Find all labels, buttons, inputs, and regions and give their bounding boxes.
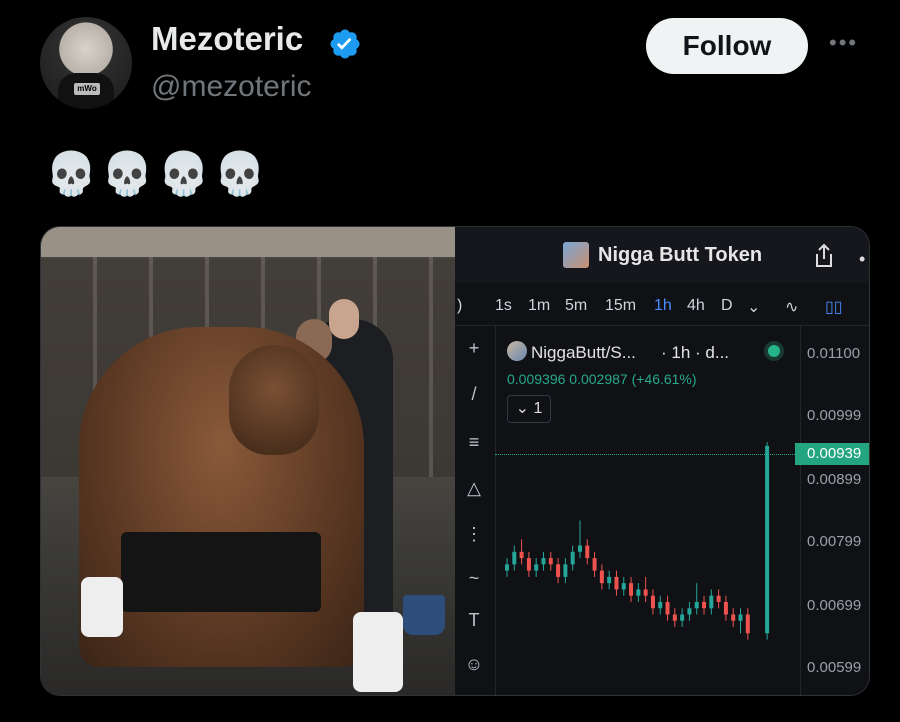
candle-body bbox=[702, 601, 707, 609]
candle-body bbox=[665, 601, 670, 615]
price-tick: 0.01100 bbox=[807, 345, 861, 362]
candle-body bbox=[519, 551, 524, 559]
candle-body bbox=[621, 583, 626, 590]
pattern-icon[interactable]: △ bbox=[461, 475, 487, 501]
share-icon[interactable] bbox=[813, 243, 835, 269]
author-handle[interactable]: @mezoteric bbox=[151, 70, 312, 104]
price-tick: 0.00999 bbox=[807, 407, 862, 424]
current-price-tag: 0.00939 bbox=[795, 443, 869, 465]
tf-1h[interactable]: 1h bbox=[654, 297, 672, 315]
tf-D[interactable]: D bbox=[721, 297, 733, 315]
photo-official-head bbox=[329, 299, 359, 339]
candle-body bbox=[672, 614, 677, 621]
photo-boxer-shorts bbox=[121, 532, 321, 612]
price-tick: 0.00699 bbox=[807, 597, 862, 614]
candle-body bbox=[658, 601, 663, 609]
tf-1m[interactable]: 1m bbox=[528, 297, 550, 315]
candle-body bbox=[629, 583, 634, 596]
candle-body bbox=[738, 614, 743, 621]
chart-screenshot: Nigga Butt Token • ) 1s 1m 5m 15m 1h 4h … bbox=[455, 227, 869, 695]
price-tick: 0.00599 bbox=[807, 659, 862, 676]
candle-body bbox=[636, 589, 641, 596]
candle-body bbox=[731, 614, 736, 621]
fib-icon[interactable]: ≡ bbox=[461, 429, 487, 455]
price-axis-divider bbox=[800, 325, 801, 695]
tf-5m[interactable]: 5m bbox=[565, 297, 587, 315]
crosshair-icon[interactable]: + bbox=[461, 335, 487, 361]
tf-15m[interactable]: 15m bbox=[605, 297, 636, 315]
candle-body bbox=[614, 576, 619, 590]
boxer-photo bbox=[41, 227, 455, 695]
line-chart-icon[interactable]: ∿ bbox=[785, 297, 798, 317]
candlestick-plot bbox=[505, 442, 770, 640]
photo-boxer-head bbox=[229, 345, 319, 455]
token-title: Nigga Butt Token bbox=[598, 244, 763, 266]
candle-chart-icon[interactable]: ▯▯ bbox=[825, 297, 843, 317]
candle-body bbox=[765, 445, 770, 634]
candle-body bbox=[716, 595, 721, 602]
post-text: 💀💀💀💀 bbox=[45, 150, 271, 197]
candle-body bbox=[563, 564, 568, 577]
candle-body bbox=[607, 576, 612, 584]
photo-bucket bbox=[403, 595, 445, 635]
photo-ceiling bbox=[41, 227, 455, 259]
candle-body bbox=[694, 601, 699, 609]
verified-badge-icon bbox=[330, 29, 360, 59]
tf-back-icon[interactable]: ) bbox=[457, 297, 462, 315]
tf-4h[interactable]: 4h bbox=[687, 297, 705, 315]
candle-body bbox=[723, 601, 728, 615]
candle-body bbox=[505, 564, 509, 571]
tf-1s[interactable]: 1s bbox=[495, 297, 512, 315]
candle-body bbox=[709, 595, 714, 609]
forecast-icon[interactable]: ⋮ bbox=[461, 521, 487, 547]
trendline-icon[interactable]: / bbox=[461, 381, 487, 407]
brush-icon[interactable]: ~ bbox=[461, 565, 487, 591]
tf-dropdown-icon[interactable]: ⌄ bbox=[747, 297, 760, 317]
price-tick: 0.00799 bbox=[807, 533, 862, 550]
token-thumbnail bbox=[563, 242, 589, 268]
emoji-icon[interactable]: ☺ bbox=[461, 651, 487, 677]
candle-body bbox=[534, 564, 539, 571]
photo-hand-wrap-left bbox=[81, 577, 123, 637]
candle-body bbox=[512, 551, 517, 565]
post-media[interactable]: Nigga Butt Token • ) 1s 1m 5m 15m 1h 4h … bbox=[40, 226, 870, 696]
candle-body bbox=[526, 558, 531, 571]
candle-body bbox=[577, 545, 582, 552]
avatar-logo: mWo bbox=[74, 83, 100, 95]
follow-button[interactable]: Follow bbox=[646, 18, 808, 74]
drawing-toolbar: + / ≡ △ ⋮ ~ T ☺ bbox=[455, 325, 496, 695]
candle-body bbox=[570, 551, 575, 565]
price-tick: 0.00899 bbox=[807, 471, 862, 488]
chart-more-icon[interactable]: • bbox=[859, 249, 865, 270]
candle-body bbox=[687, 608, 692, 615]
text-icon[interactable]: T bbox=[461, 607, 487, 633]
candle-body bbox=[643, 589, 648, 596]
author-avatar[interactable]: mWo bbox=[40, 17, 132, 109]
author-name[interactable]: Mezoteric bbox=[151, 20, 303, 58]
candle-body bbox=[556, 564, 561, 577]
candle-body bbox=[541, 558, 546, 565]
candle-body bbox=[745, 614, 750, 634]
candle-body bbox=[680, 614, 685, 621]
candle-body bbox=[592, 558, 597, 571]
candle-body bbox=[599, 570, 604, 584]
more-options-icon[interactable]: ••• bbox=[829, 30, 858, 56]
candle-body bbox=[650, 595, 655, 609]
candle-body bbox=[585, 545, 590, 559]
candle-body bbox=[548, 558, 553, 565]
photo-hand-wrap-right bbox=[353, 612, 403, 692]
